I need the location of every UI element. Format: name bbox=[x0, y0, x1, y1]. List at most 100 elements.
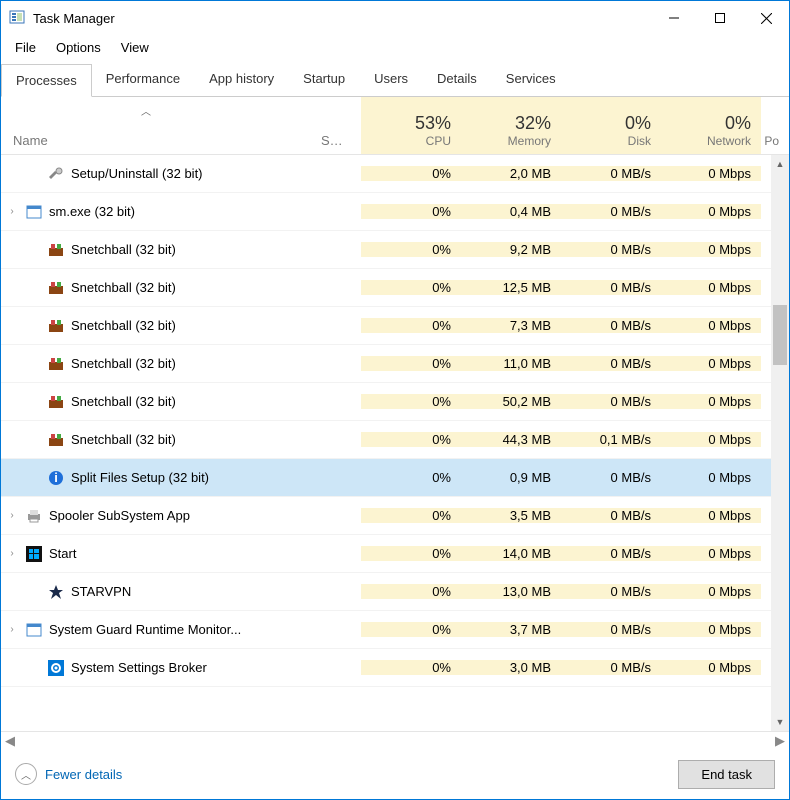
tab-app-history[interactable]: App history bbox=[195, 63, 289, 96]
end-task-button[interactable]: End task bbox=[678, 760, 775, 789]
tab-performance[interactable]: Performance bbox=[92, 63, 195, 96]
grid-body: Setup/Uninstall (32 bit)0%2,0 MB0 MB/s0 … bbox=[1, 155, 789, 731]
vertical-scrollbar[interactable]: ▲ ▼ bbox=[771, 155, 789, 731]
menu-options[interactable]: Options bbox=[48, 38, 109, 57]
titlebar[interactable]: Task Manager bbox=[1, 1, 789, 35]
table-row[interactable]: STARVPN0%13,0 MB0 MB/s0 Mbps bbox=[1, 573, 789, 611]
process-name: STARVPN bbox=[67, 584, 321, 599]
expand-icon[interactable]: › bbox=[1, 510, 23, 521]
menu-file[interactable]: File bbox=[7, 38, 44, 57]
expand-icon[interactable]: › bbox=[1, 624, 23, 635]
process-cpu: 0% bbox=[361, 508, 461, 523]
tab-startup[interactable]: Startup bbox=[289, 63, 360, 96]
process-memory: 0,9 MB bbox=[461, 470, 561, 485]
process-memory: 0,4 MB bbox=[461, 204, 561, 219]
app-icon bbox=[9, 10, 25, 26]
process-network: 0 Mbps bbox=[661, 318, 761, 333]
process-disk: 0 MB/s bbox=[561, 318, 661, 333]
table-row[interactable]: Snetchball (32 bit)0%9,2 MB0 MB/s0 Mbps bbox=[1, 231, 789, 269]
col-network[interactable]: 0% Network bbox=[661, 97, 761, 154]
process-memory: 7,3 MB bbox=[461, 318, 561, 333]
scroll-right-icon[interactable]: ▶ bbox=[775, 733, 785, 749]
process-name: Snetchball (32 bit) bbox=[67, 432, 321, 447]
close-button[interactable] bbox=[743, 1, 789, 35]
col-memory[interactable]: 32% Memory bbox=[461, 97, 561, 154]
expand-icon[interactable]: › bbox=[1, 548, 23, 559]
table-row[interactable]: ›sm.exe (32 bit)0%0,4 MB0 MB/s0 Mbps bbox=[1, 193, 789, 231]
process-disk: 0 MB/s bbox=[561, 280, 661, 295]
col-disk[interactable]: 0% Disk bbox=[561, 97, 661, 154]
process-disk: 0,1 MB/s bbox=[561, 432, 661, 447]
process-grid: ︿ Name S… 53% CPU 32% Memory 0% Disk 0% … bbox=[1, 97, 789, 749]
horizontal-scrollbar[interactable]: ◀ ▶ bbox=[1, 731, 789, 749]
table-row[interactable]: ›Spooler SubSystem App0%3,5 MB0 MB/s0 Mb… bbox=[1, 497, 789, 535]
process-disk: 0 MB/s bbox=[561, 584, 661, 599]
tab-services[interactable]: Services bbox=[492, 63, 571, 96]
scroll-thumb[interactable] bbox=[773, 305, 787, 365]
table-row[interactable]: Setup/Uninstall (32 bit)0%2,0 MB0 MB/s0 … bbox=[1, 155, 789, 193]
col-cpu[interactable]: 53% CPU bbox=[361, 97, 461, 154]
process-cpu: 0% bbox=[361, 394, 461, 409]
table-row[interactable]: Snetchball (32 bit)0%50,2 MB0 MB/s0 Mbps bbox=[1, 383, 789, 421]
process-disk: 0 MB/s bbox=[561, 394, 661, 409]
process-network: 0 Mbps bbox=[661, 280, 761, 295]
process-cpu: 0% bbox=[361, 584, 461, 599]
scroll-left-icon[interactable]: ◀ bbox=[5, 733, 15, 749]
col-status[interactable]: S… bbox=[321, 97, 361, 154]
process-icon bbox=[45, 242, 67, 258]
table-row[interactable]: Snetchball (32 bit)0%7,3 MB0 MB/s0 Mbps bbox=[1, 307, 789, 345]
scroll-down-icon[interactable]: ▼ bbox=[771, 713, 789, 731]
table-row[interactable]: ›Start0%14,0 MB0 MB/s0 Mbps bbox=[1, 535, 789, 573]
table-row[interactable]: Snetchball (32 bit)0%12,5 MB0 MB/s0 Mbps bbox=[1, 269, 789, 307]
process-memory: 50,2 MB bbox=[461, 394, 561, 409]
process-memory: 11,0 MB bbox=[461, 356, 561, 371]
scroll-up-icon[interactable]: ▲ bbox=[771, 155, 789, 173]
table-row[interactable]: System Settings Broker0%3,0 MB0 MB/s0 Mb… bbox=[1, 649, 789, 687]
fewer-details-button[interactable]: ︿ Fewer details bbox=[15, 763, 122, 785]
table-row[interactable]: Snetchball (32 bit)0%11,0 MB0 MB/s0 Mbps bbox=[1, 345, 789, 383]
col-power-label: Po bbox=[761, 134, 779, 148]
process-cpu: 0% bbox=[361, 166, 461, 181]
col-power[interactable]: Po bbox=[761, 97, 789, 154]
process-name: Setup/Uninstall (32 bit) bbox=[67, 166, 321, 181]
process-cpu: 0% bbox=[361, 470, 461, 485]
table-row[interactable]: ›System Guard Runtime Monitor...0%3,7 MB… bbox=[1, 611, 789, 649]
table-row[interactable]: iSplit Files Setup (32 bit)0%0,9 MB0 MB/… bbox=[1, 459, 789, 497]
process-memory: 2,0 MB bbox=[461, 166, 561, 181]
process-memory: 3,7 MB bbox=[461, 622, 561, 637]
table-row[interactable]: Snetchball (32 bit)0%44,3 MB0,1 MB/s0 Mb… bbox=[1, 421, 789, 459]
menu-view[interactable]: View bbox=[113, 38, 157, 57]
process-name: Start bbox=[45, 546, 321, 561]
tabrow: Processes Performance App history Startu… bbox=[1, 63, 789, 97]
maximize-button[interactable] bbox=[697, 1, 743, 35]
col-name[interactable]: ︿ Name bbox=[1, 97, 321, 154]
process-icon bbox=[45, 394, 67, 410]
process-cpu: 0% bbox=[361, 318, 461, 333]
process-network: 0 Mbps bbox=[661, 622, 761, 637]
expand-icon[interactable]: › bbox=[1, 206, 23, 217]
fewer-details-label: Fewer details bbox=[45, 767, 122, 782]
tab-processes[interactable]: Processes bbox=[1, 64, 92, 97]
process-cpu: 0% bbox=[361, 280, 461, 295]
col-network-pct: 0% bbox=[661, 113, 751, 134]
process-disk: 0 MB/s bbox=[561, 204, 661, 219]
process-disk: 0 MB/s bbox=[561, 660, 661, 675]
minimize-button[interactable] bbox=[651, 1, 697, 35]
process-icon bbox=[45, 356, 67, 372]
process-name: System Settings Broker bbox=[67, 660, 321, 675]
process-cpu: 0% bbox=[361, 660, 461, 675]
tab-users[interactable]: Users bbox=[360, 63, 423, 96]
process-icon bbox=[23, 508, 45, 524]
process-network: 0 Mbps bbox=[661, 470, 761, 485]
tab-details[interactable]: Details bbox=[423, 63, 492, 96]
process-disk: 0 MB/s bbox=[561, 622, 661, 637]
process-disk: 0 MB/s bbox=[561, 546, 661, 561]
svg-text:i: i bbox=[54, 470, 58, 485]
process-cpu: 0% bbox=[361, 546, 461, 561]
process-network: 0 Mbps bbox=[661, 432, 761, 447]
process-name: Snetchball (32 bit) bbox=[67, 394, 321, 409]
process-network: 0 Mbps bbox=[661, 356, 761, 371]
process-icon bbox=[45, 660, 67, 676]
sort-caret-icon: ︿ bbox=[141, 103, 151, 118]
process-name: Snetchball (32 bit) bbox=[67, 280, 321, 295]
